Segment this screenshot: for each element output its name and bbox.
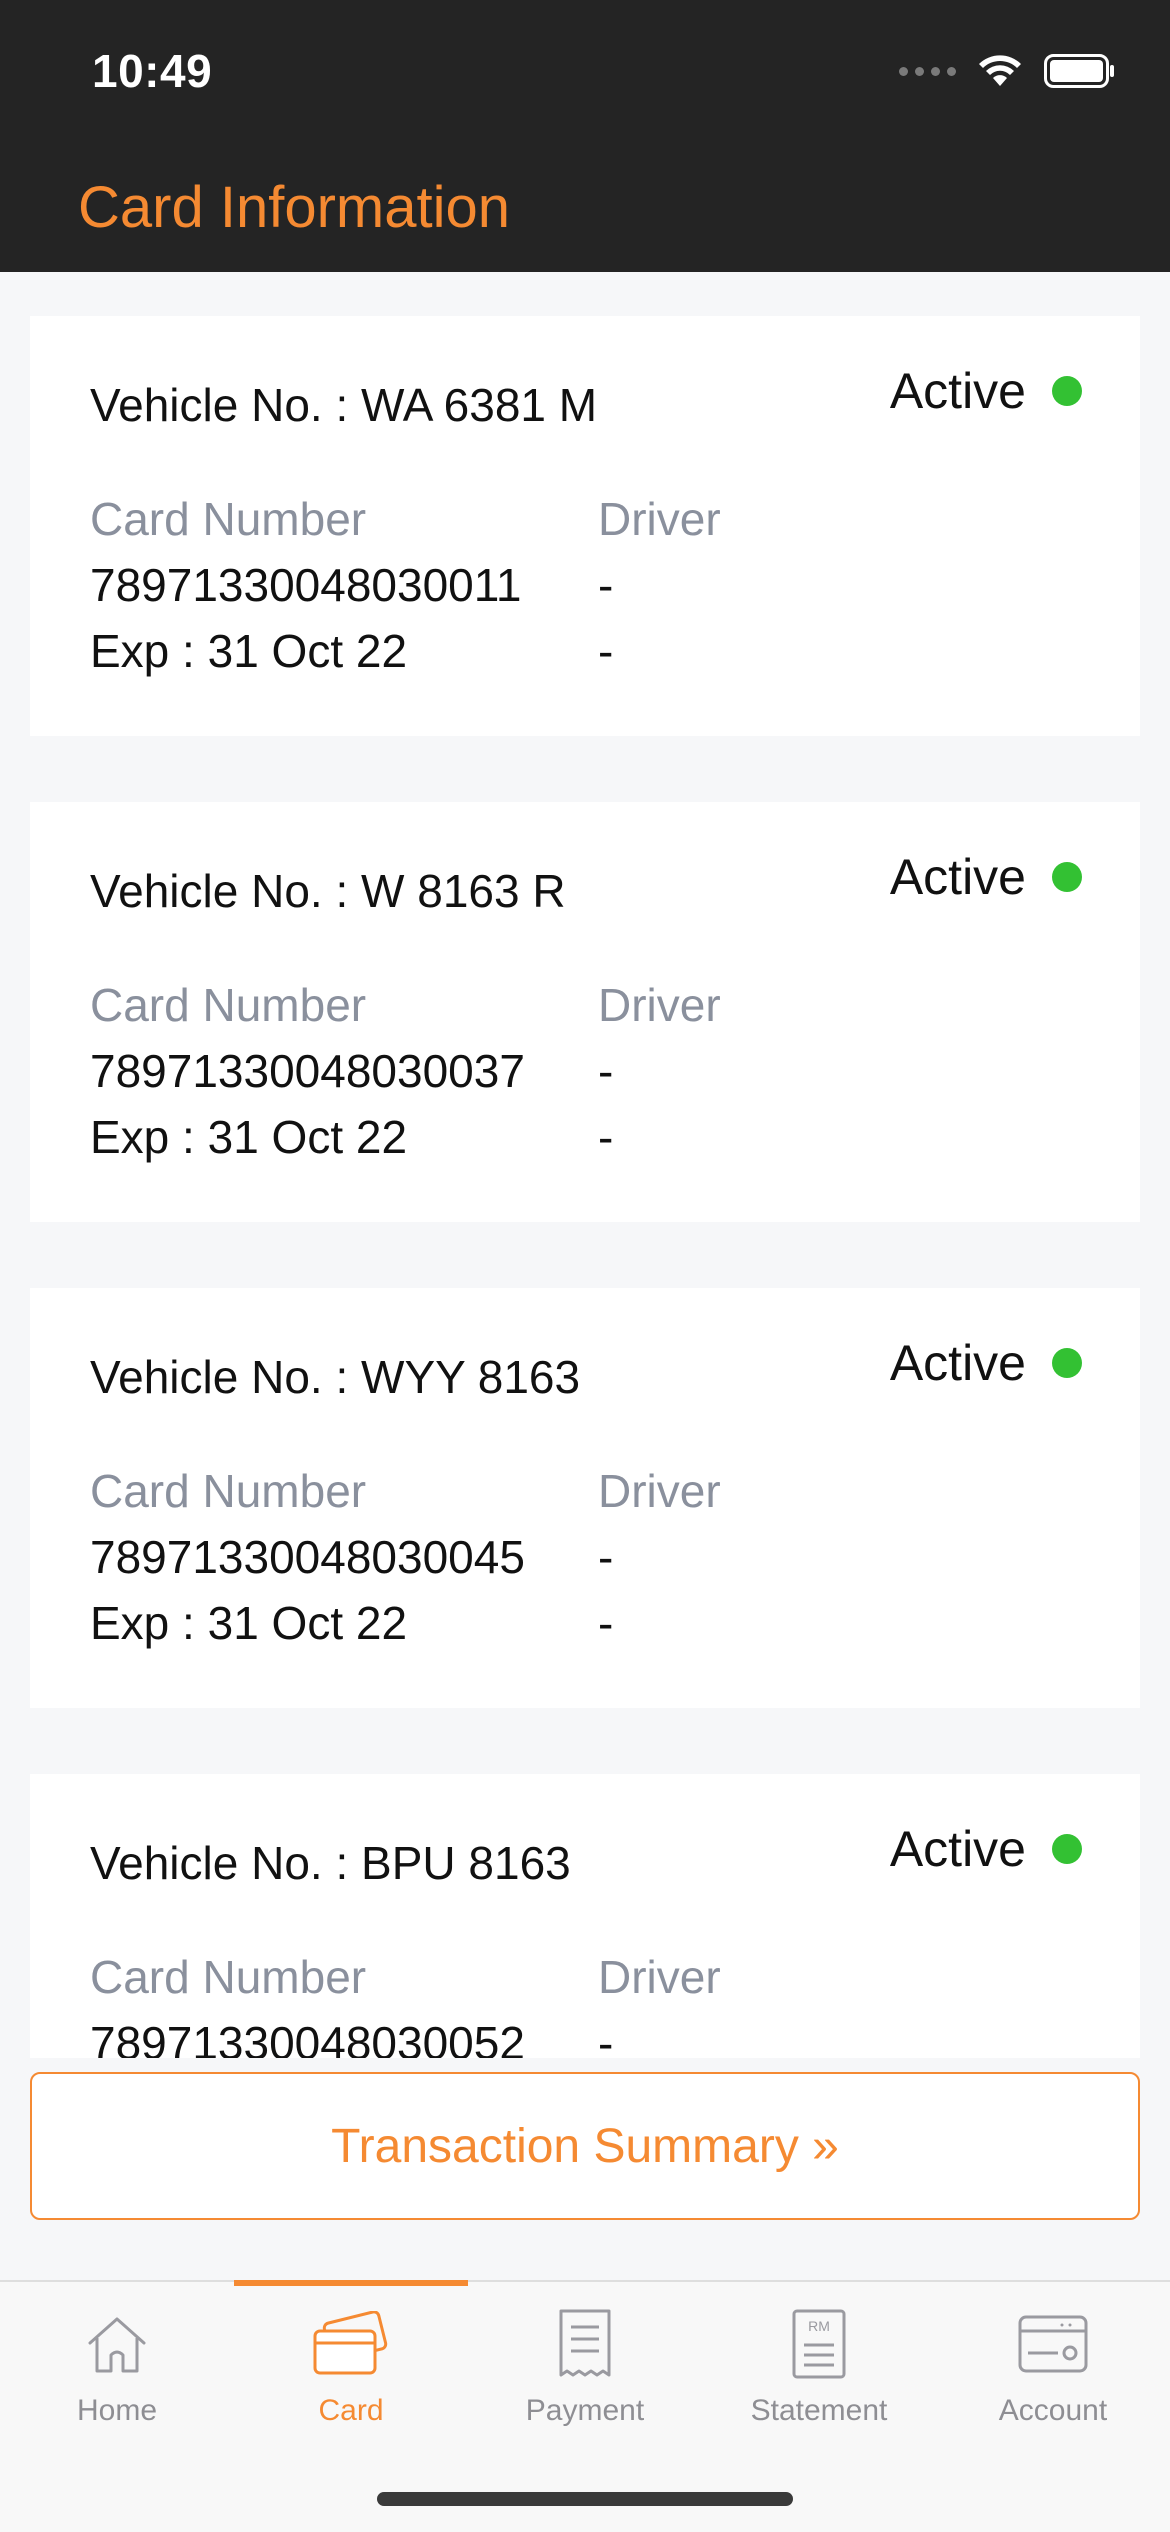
tab-account[interactable]: Account [936, 2282, 1170, 2452]
active-status-dot-icon [1052, 862, 1082, 892]
expiry-date: Exp : 31 Oct 22 [90, 1111, 408, 1163]
status-label: Active [889, 363, 1026, 419]
card-number-value: 78971330048030037 [90, 1045, 525, 1097]
status-label: Active [889, 1821, 1026, 1877]
card-item[interactable]: Vehicle No. : WA 6381 M Active Card Numb… [30, 316, 1140, 736]
expiry-date: Exp : 31 Oct 22 [90, 625, 408, 677]
statement-icon: RM [792, 2309, 846, 2379]
vehicle-number: Vehicle No. : WA 6381 M [90, 379, 598, 431]
card-icon [313, 2311, 388, 2375]
status-icons [899, 54, 1116, 88]
driver-label: Driver [598, 493, 721, 545]
expiry-date: Exp : 31 Oct 22 [90, 1597, 408, 1649]
status-time: 10:49 [92, 45, 213, 97]
tab-label: Account [998, 2394, 1108, 2427]
status-label: Active [889, 849, 1026, 905]
tab-label: Card [318, 2394, 384, 2427]
status-badge: Active [890, 1820, 1082, 1878]
vehicle-number: Vehicle No. : W 8163 R [90, 865, 566, 917]
driver-value: - [598, 2017, 614, 2058]
tab-home[interactable]: Home [0, 2282, 234, 2452]
statement-badge: RM [808, 2318, 830, 2334]
tab-payment[interactable]: Payment [468, 2282, 702, 2452]
battery-icon [1044, 54, 1114, 88]
card-number-label: Card Number [90, 493, 367, 545]
driver-label: Driver [598, 979, 721, 1031]
driver-label: Driver [598, 1465, 721, 1517]
status-badge: Active [890, 362, 1082, 420]
status-badge: Active [890, 1334, 1082, 1392]
cellular-signal-icon [899, 66, 956, 76]
driver-value: - [598, 1045, 614, 1097]
app-header: 10:49 Card Information [0, 0, 1170, 272]
home-icon [88, 2317, 146, 2373]
card-number-value: 78971330048030052 [90, 2017, 525, 2058]
vehicle-number: Vehicle No. : BPU 8163 [90, 1837, 571, 1889]
driver-value-secondary: - [598, 1111, 614, 1163]
card-number-label: Card Number [90, 1951, 367, 2003]
active-status-dot-icon [1052, 1834, 1082, 1864]
transaction-summary-button[interactable]: Transaction Summary » [30, 2072, 1140, 2220]
wifi-icon [979, 55, 1021, 86]
tab-statement[interactable]: RM Statement [702, 2282, 936, 2452]
status-badge: Active [890, 848, 1082, 906]
card-item[interactable]: Vehicle No. : BPU 8163 Active Card Numbe… [30, 1774, 1140, 2058]
tab-card[interactable]: Card [234, 2282, 468, 2452]
card-item[interactable]: Vehicle No. : WYY 8163 Active Card Numbe… [30, 1288, 1140, 1708]
tab-label: Statement [750, 2394, 888, 2427]
receipt-icon [559, 2309, 611, 2377]
tab-label: Payment [525, 2394, 645, 2427]
driver-label: Driver [598, 1951, 721, 2003]
active-status-dot-icon [1052, 1348, 1082, 1378]
vehicle-number: Vehicle No. : WYY 8163 [90, 1351, 581, 1403]
card-number-value: 78971330048030045 [90, 1531, 525, 1583]
card-item[interactable]: Vehicle No. : W 8163 R Active Card Numbe… [30, 802, 1140, 1222]
active-status-dot-icon [1052, 376, 1082, 406]
card-number-label: Card Number [90, 979, 367, 1031]
tab-label: Home [76, 2394, 158, 2427]
account-icon [1018, 2315, 1088, 2373]
card-number-label: Card Number [90, 1465, 367, 1517]
page-title: Card Information [78, 175, 510, 240]
screen: 10:49 Card Information Vehicle No. : WA … [0, 0, 1170, 2532]
driver-value-secondary: - [598, 625, 614, 677]
driver-value-secondary: - [598, 1597, 614, 1649]
home-indicator [377, 2492, 793, 2506]
card-number-value: 78971330048030011 [90, 559, 522, 611]
status-label: Active [889, 1335, 1026, 1391]
card-list[interactable]: Vehicle No. : WA 6381 M Active Card Numb… [0, 272, 1170, 2058]
driver-value: - [598, 559, 614, 611]
driver-value: - [598, 1531, 614, 1583]
